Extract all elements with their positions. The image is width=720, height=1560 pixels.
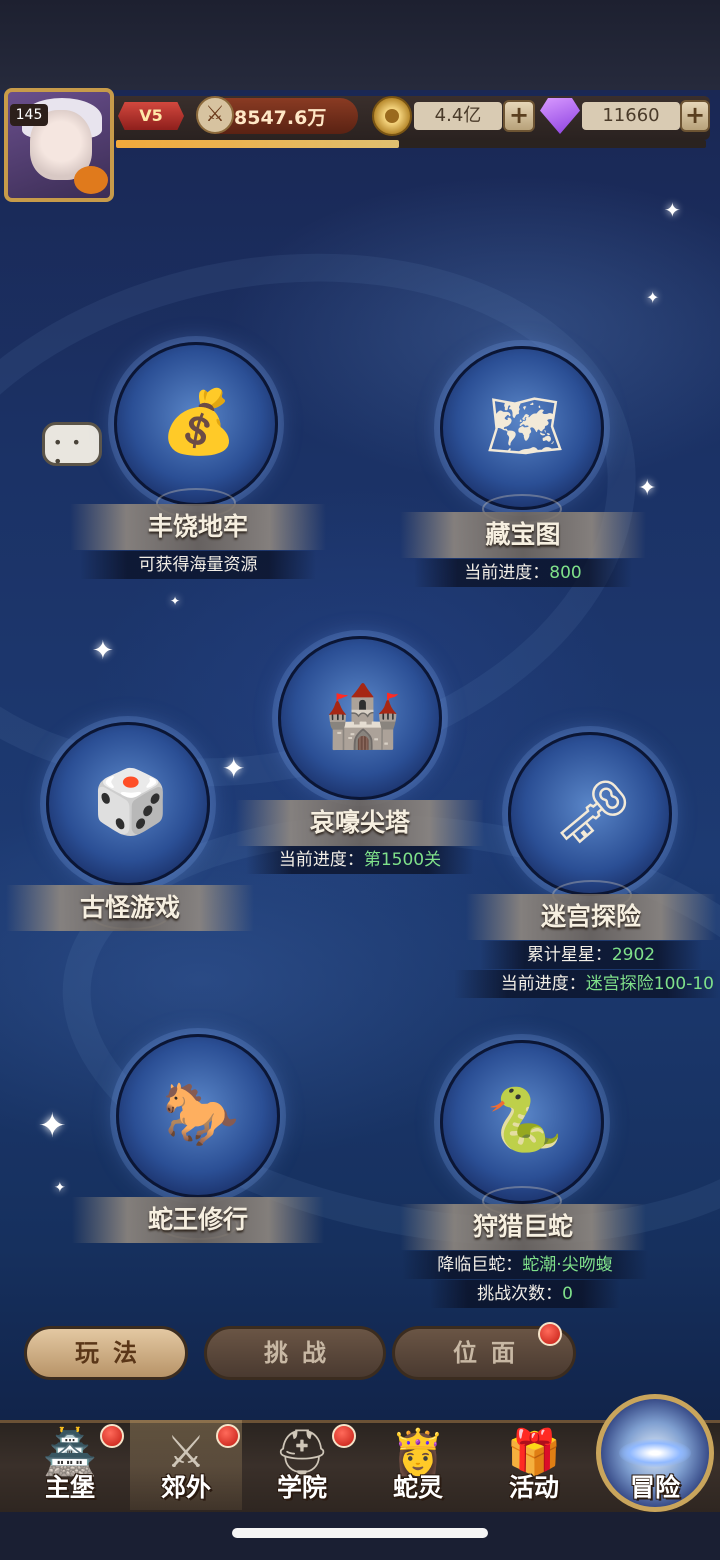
progress-label: 当前进度：	[500, 974, 586, 994]
maze-stars: 累计星星：2902	[480, 941, 702, 969]
maze-progress: 当前进度：迷宫探险100-10	[454, 970, 720, 998]
hunt-snake-attempts: 挑战次数：0	[430, 1280, 620, 1308]
top-frame-decoration	[0, 0, 720, 90]
treasure-map-icon: 🗺	[485, 389, 565, 462]
star-sparkle: ✦	[38, 1106, 67, 1146]
star-sparkle: ✦	[222, 752, 246, 785]
maze-orb[interactable]: 🗝	[508, 732, 672, 896]
gold-amount: 4.4亿	[414, 102, 502, 130]
nav-adventure-label[interactable]: 冒险	[600, 1468, 710, 1504]
stars-label: 累计星星：	[526, 945, 612, 965]
exp-bar-fill	[116, 140, 400, 148]
treasure-map-orb[interactable]: 🗺	[440, 346, 604, 510]
chat-icon[interactable]	[42, 422, 102, 471]
dice-cards-icon: 🎲	[92, 765, 170, 838]
snake-king-orb[interactable]: 🐎	[116, 1034, 280, 1198]
tab-gameplay[interactable]: 玩法	[24, 1326, 188, 1380]
tower-progress: 当前进度：第1500关	[246, 846, 474, 874]
progress-label: 当前进度：	[464, 563, 550, 583]
tower-icon: 🏰	[324, 679, 402, 752]
nav-label: 主堡	[44, 1473, 95, 1502]
tower-title: 哀嚎尖塔	[236, 800, 484, 846]
star-sparkle: ✦	[92, 636, 114, 666]
star-sparkle: ✦	[54, 1180, 66, 1196]
dungeon-title: 丰饶地牢	[70, 504, 326, 550]
notification-dot	[216, 1424, 240, 1448]
nav-label: 活动	[508, 1473, 559, 1502]
vip-badge[interactable]: V5	[118, 102, 184, 130]
treasure-map-title: 藏宝图	[400, 512, 646, 558]
notification-dot	[538, 1322, 562, 1346]
diamond-amount: 11660	[582, 102, 680, 130]
attempts-value: 0	[562, 1284, 573, 1304]
power-value: 8547.6万	[234, 107, 327, 129]
pumpkin-icon	[74, 166, 108, 194]
progress-value: 迷宫探险100-10	[585, 974, 714, 994]
dungeon-info: 可获得海量资源	[80, 551, 316, 579]
dungeon-orb[interactable]: 💰	[114, 342, 278, 506]
tab-challenge[interactable]: 挑战	[204, 1326, 386, 1380]
stars-value: 2902	[611, 945, 656, 965]
add-gold-button[interactable]: +	[503, 100, 535, 132]
gold-coin-icon	[372, 96, 412, 136]
progress-value: 800	[549, 563, 582, 583]
exp-bar	[116, 140, 706, 148]
hydra-snake-icon: 🐍	[486, 1083, 564, 1156]
hunt-snake-boss: 降临巨蛇：蛇潮·尖吻蝮	[402, 1251, 648, 1279]
treasure-chest-icon: 💰	[160, 385, 238, 458]
star-sparkle: ✦	[664, 198, 681, 222]
nav-label: 蛇灵	[392, 1473, 443, 1502]
progress-value: 第1500关	[363, 850, 442, 870]
snake-king-title: 蛇王修行	[72, 1197, 324, 1243]
attempts-label: 挑战次数：	[477, 1284, 563, 1304]
boss-label: 降临巨蛇：	[437, 1255, 523, 1275]
odd-game-title: 古怪游戏	[6, 885, 254, 931]
tower-orb[interactable]: 🏰	[278, 636, 442, 800]
hunt-snake-title: 狩猎巨蛇	[400, 1204, 646, 1250]
odd-game-orb[interactable]: 🎲	[46, 722, 210, 886]
notification-dot	[100, 1424, 124, 1448]
player-level: 145	[10, 104, 48, 126]
boss-value: 蛇潮·尖吻蝮	[522, 1255, 613, 1275]
nav-label: 学院	[276, 1473, 327, 1502]
hunt-snake-orb[interactable]: 🐍	[440, 1040, 604, 1204]
sword-icon: ⚔	[196, 96, 234, 134]
maze-title: 迷宫探险	[466, 894, 716, 940]
notification-dot	[332, 1424, 356, 1448]
knight-rider-icon: 🐎	[162, 1077, 240, 1150]
home-indicator[interactable]	[232, 1528, 488, 1538]
progress-label: 当前进度：	[278, 850, 364, 870]
star-sparkle: ✦	[638, 476, 657, 501]
nav-label: 郊外	[160, 1473, 211, 1502]
add-diamond-button[interactable]: +	[680, 100, 710, 132]
maze-key-icon: 🗝	[553, 775, 633, 848]
nav-snake-spirit[interactable]: 👸 蛇灵	[362, 1420, 474, 1510]
star-sparkle: ✦	[170, 594, 181, 608]
nav-events[interactable]: 🎁 活动	[478, 1420, 590, 1510]
star-sparkle: ✦	[646, 288, 660, 307]
treasure-map-progress: 当前进度：800	[414, 559, 632, 587]
